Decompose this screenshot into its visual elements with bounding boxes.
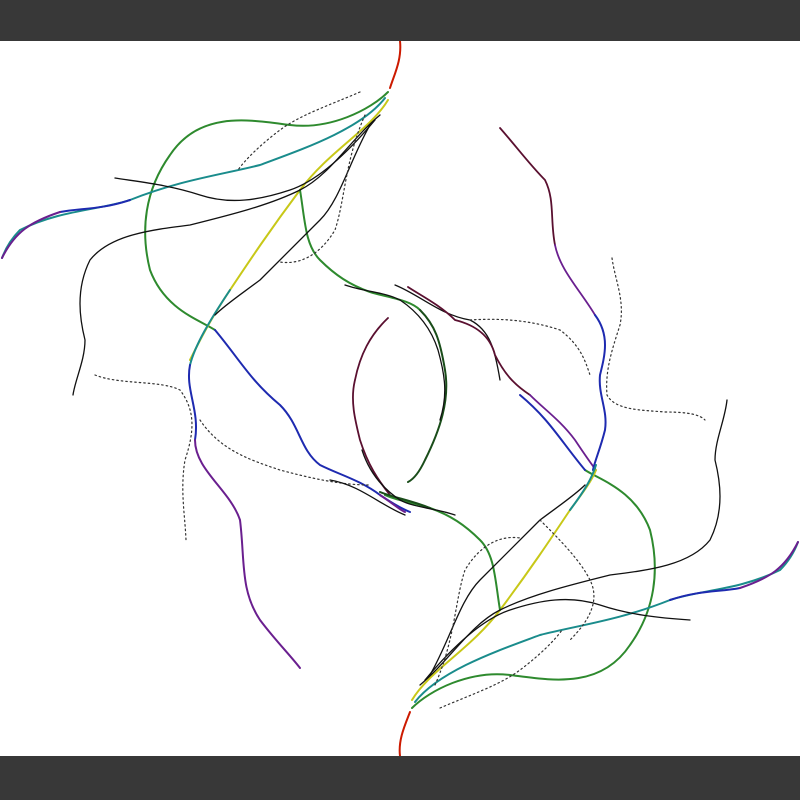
right-upper-purple-line-b [554,244,596,316]
right-dotted-line-2 [469,318,591,376]
lower-rainbow-line-1 [411,469,656,709]
upper-rainbow-line-3d [194,439,301,669]
upper-black-line-2 [72,114,381,396]
right-upper-blue-line [592,314,607,471]
top-frame-bar [0,0,800,41]
lower-rainbow-line-2c [739,541,799,589]
center-maroon-right-arc [407,286,531,396]
lower-rainbow-line-2 [414,541,799,703]
center-maroon-left-arc [352,317,391,496]
generative-line-artwork [0,41,800,756]
upper-rainbow-line-1 [144,91,389,331]
lower-green-line-4 [384,494,501,611]
upper-black-line-5 [394,284,501,381]
center-maroon-right-arc-b [529,394,597,471]
upper-rainbow-line-2 [1,97,386,259]
upper-dotted-line-3 [94,374,193,541]
lower-rainbow-line-1b [519,394,586,471]
lower-black-line-1 [424,598,691,681]
upper-rainbow-line-2c [1,211,61,259]
bottom-frame-bar [0,756,800,800]
lower-rainbow-line-2b [669,587,741,601]
upper-rainbow-line-2b [59,199,131,213]
upper-red-orange-stem [389,41,402,89]
lower-red-orange-stem [398,711,411,756]
lower-black-line-2 [419,399,728,686]
upper-rainbow-line-3c [188,364,197,441]
upper-rainbow-line-1b [214,329,411,513]
lower-dotted-line-3 [539,519,595,641]
upper-green-line-4b [407,309,448,483]
upper-black-line-4 [344,284,446,421]
line-art-canvas [1,41,799,756]
right-dotted-line-1 [606,257,706,421]
right-upper-purple-line [499,127,556,246]
